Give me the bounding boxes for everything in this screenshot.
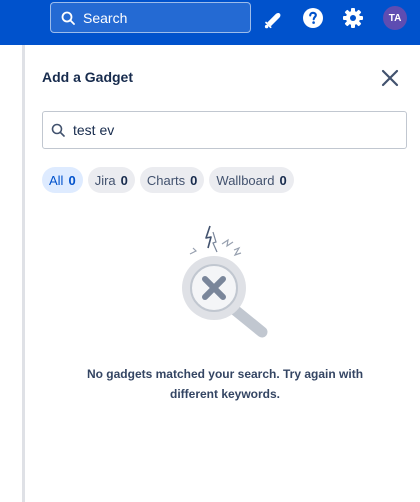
filter-jira[interactable]: Jira 0: [87, 167, 135, 193]
top-navigation-bar: TA: [0, 0, 420, 45]
no-results-icon: [182, 225, 268, 338]
gadget-search-input[interactable]: [73, 122, 373, 138]
global-search[interactable]: [50, 2, 251, 33]
notifications-icon[interactable]: [261, 6, 285, 30]
filter-label: Charts: [146, 172, 186, 188]
filter-count: 0: [190, 172, 198, 188]
filter-label: Wallboard: [216, 172, 275, 188]
filter-label: Jira: [94, 172, 116, 188]
filter-count: 0: [120, 172, 128, 188]
empty-state-message: No gadgets matched your search. Try agai…: [86, 367, 364, 401]
category-filters: All 0 Jira 0 Charts 0 Wallboard 0: [42, 167, 294, 193]
panel-title: Add a Gadget: [42, 69, 134, 85]
filter-label: All: [49, 172, 64, 188]
filter-count: 0: [68, 172, 76, 188]
help-icon[interactable]: [301, 6, 325, 30]
filter-charts[interactable]: Charts 0: [139, 167, 205, 193]
settings-icon[interactable]: [341, 6, 365, 30]
gadget-search-field[interactable]: [42, 111, 407, 149]
panel-divider: [22, 45, 25, 502]
user-avatar[interactable]: TA: [383, 6, 407, 30]
filter-wallboard[interactable]: Wallboard 0: [209, 167, 294, 193]
close-icon[interactable]: [380, 68, 400, 88]
global-search-input[interactable]: [83, 9, 243, 26]
search-icon: [61, 11, 75, 25]
filter-count: 0: [279, 172, 287, 188]
search-icon: [51, 123, 65, 137]
filter-all[interactable]: All 0: [42, 167, 83, 193]
